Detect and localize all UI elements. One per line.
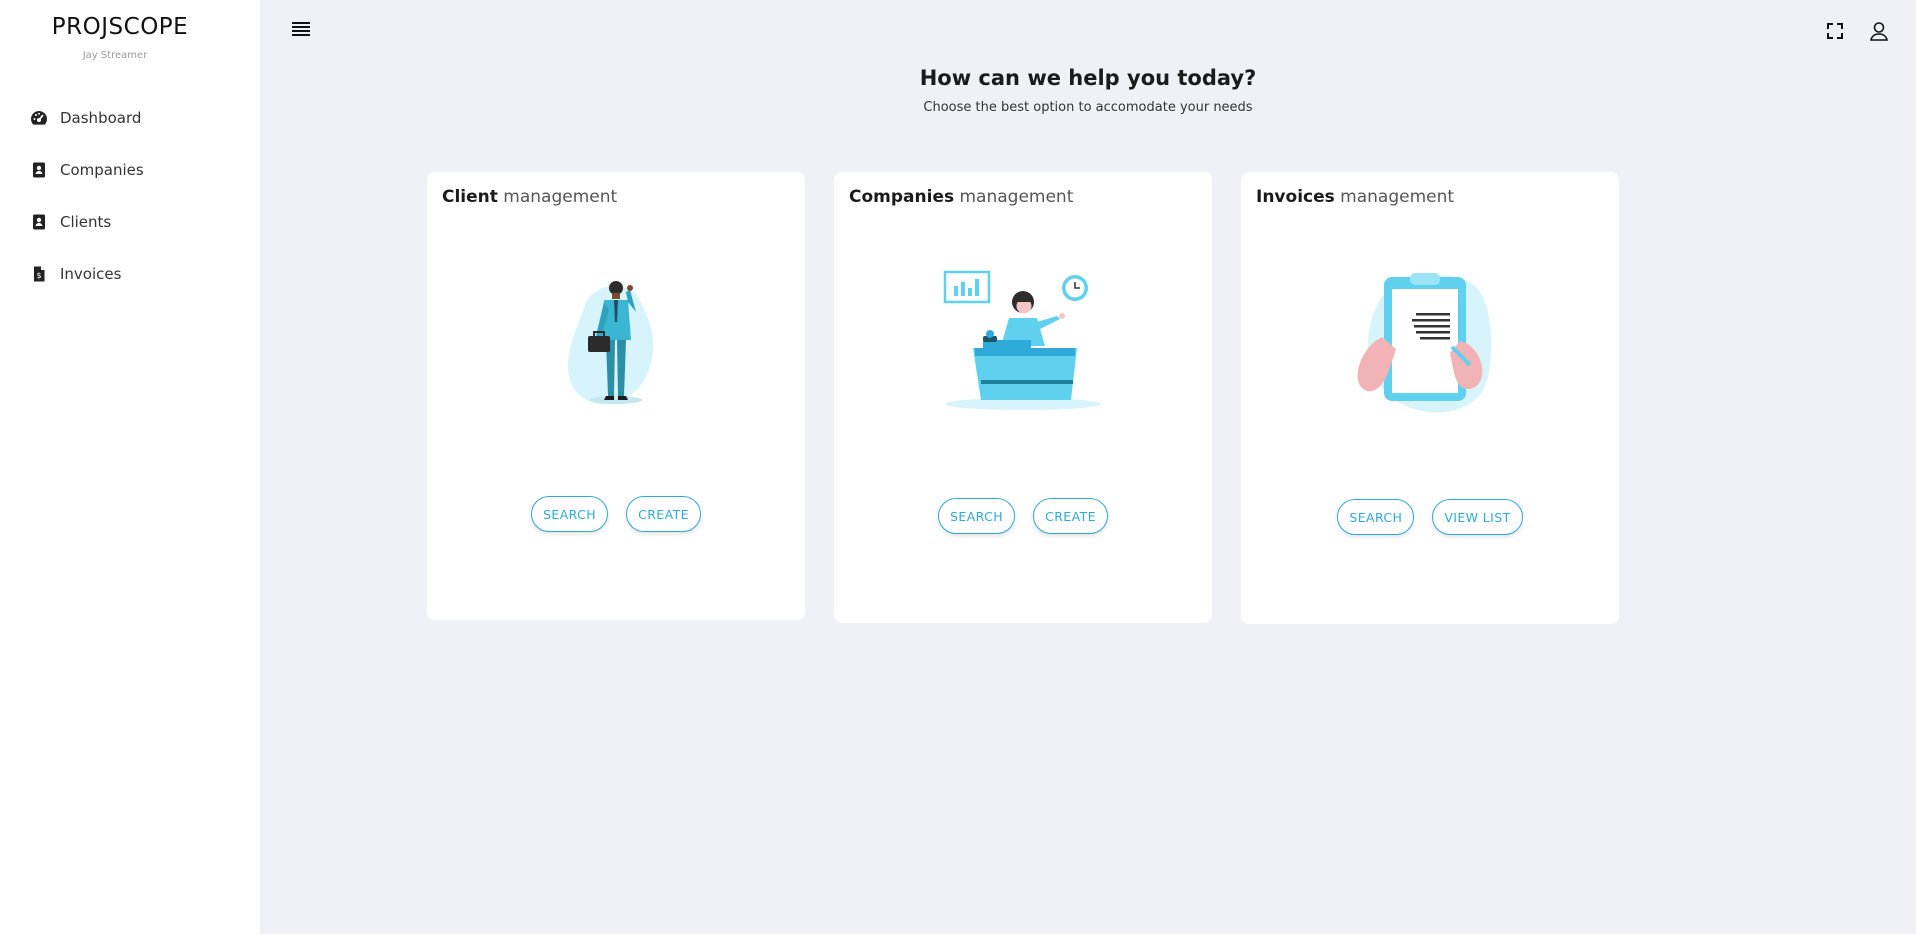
businessman-on-phone-illustration (516, 262, 716, 412)
sidebar-item-label: Invoices (60, 265, 122, 283)
card-actions: SEARCH CREATE (427, 496, 805, 532)
fullscreen-icon[interactable] (1824, 20, 1846, 42)
card-title-bold: Companies (849, 187, 955, 207)
card-title-rest: management (1334, 187, 1455, 207)
sidebar-item-label: Dashboard (60, 109, 142, 127)
search-companies-button[interactable]: SEARCH (938, 498, 1016, 534)
card-title-bold: Invoices (1256, 187, 1335, 207)
companies-management-card: Companies management SEARCH CREATE (834, 172, 1212, 623)
contact-book-icon (30, 213, 48, 231)
page-subtitle: Choose the best option to accomodate you… (923, 100, 1253, 115)
sidebar-item-invoices[interactable]: $ Invoices (0, 248, 260, 300)
card-title-bold: Client (442, 187, 498, 207)
search-clients-button[interactable]: SEARCH (531, 496, 609, 532)
invoice-file-icon: $ (30, 265, 48, 283)
user-name: Jay Streamer (82, 50, 148, 61)
sidebar-item-label: Clients (60, 213, 112, 231)
contact-book-icon (30, 161, 48, 179)
app-brand[interactable]: PROJSCOPE (0, 14, 240, 40)
search-invoices-button[interactable]: SEARCH (1337, 499, 1415, 535)
client-management-card: Client management SEARCH CREATE (427, 172, 805, 620)
view-invoice-list-button[interactable]: VIEW LIST (1432, 499, 1523, 535)
card-title: Client management (442, 187, 617, 207)
card-title: Companies management (849, 187, 1073, 207)
svg-text:$: $ (36, 271, 41, 280)
sidebar-item-clients[interactable]: Clients (0, 196, 260, 248)
create-company-button[interactable]: CREATE (1033, 498, 1108, 534)
dashboard-gauge-icon (30, 109, 48, 127)
card-actions: SEARCH VIEW LIST (1241, 499, 1619, 535)
card-title-rest: management (497, 187, 618, 207)
card-actions: SEARCH CREATE (834, 498, 1212, 534)
sidebar-item-companies[interactable]: Companies (0, 144, 260, 196)
sidebar: PROJSCOPE Jay Streamer Dashboard Compani… (0, 0, 260, 934)
user-icon[interactable] (1868, 20, 1890, 42)
sidebar-item-dashboard[interactable]: Dashboard (0, 92, 260, 144)
clipboard-signing-illustration (1330, 267, 1530, 417)
topbar-actions (1824, 20, 1890, 42)
invoices-management-card: Invoices management SEARCH VIEW LIST (1241, 172, 1619, 624)
card-title: Invoices management (1256, 187, 1454, 207)
receptionist-desk-illustration (923, 264, 1123, 414)
sidebar-nav: Dashboard Companies Clients $ Invoices (0, 92, 260, 300)
sidebar-item-label: Companies (60, 161, 144, 179)
card-title-rest: management (954, 187, 1074, 207)
hamburger-menu-icon[interactable] (290, 20, 312, 38)
page-title: How can we help you today? (919, 66, 1257, 90)
create-client-button[interactable]: CREATE (626, 496, 701, 532)
